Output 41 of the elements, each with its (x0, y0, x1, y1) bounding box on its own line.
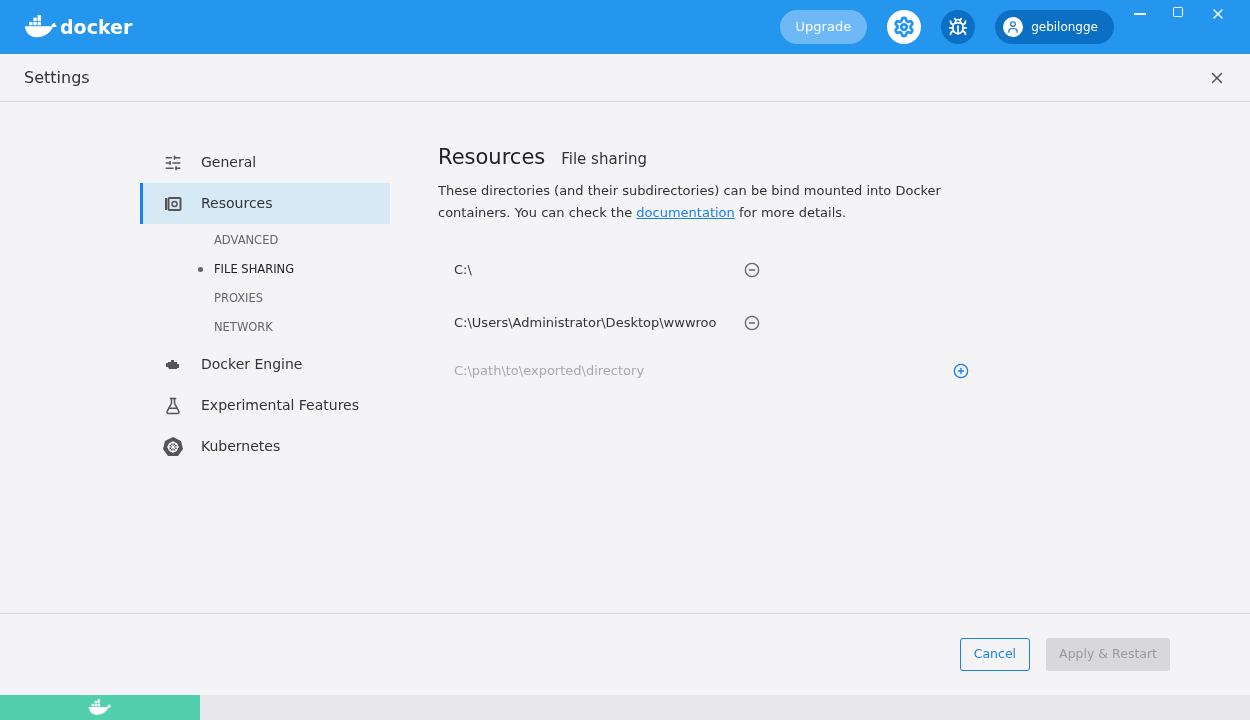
logo-text: docker (60, 14, 133, 40)
remove-button[interactable] (744, 315, 760, 331)
sidebar-subitem[interactable]: PROXIES (214, 289, 264, 308)
user-button[interactable]: gebilongge (995, 10, 1114, 44)
sliders-icon (164, 153, 182, 172)
bug-button[interactable] (941, 10, 976, 44)
remove-button[interactable] (744, 262, 760, 278)
sidebar-item[interactable]: General (140, 142, 390, 183)
user-icon (1006, 20, 1021, 34)
directory-input[interactable]: C:\path\to\exported\directory (454, 360, 944, 381)
sidebar-item[interactable]: Resources (140, 183, 390, 224)
whale-logo-icon (24, 15, 58, 39)
plus-circle-icon (953, 362, 969, 379)
maximize-icon (1172, 6, 1184, 18)
directory-path: C:\ (454, 261, 473, 280)
directory-path: C:\Users\Administrator\Desktop\wwwroo (454, 314, 718, 333)
cancel-button[interactable]: Cancel (959, 638, 1031, 671)
bug-icon (948, 17, 969, 37)
add-button[interactable] (953, 362, 969, 379)
description-text: These directories (and their subdirectories) can be bind mounted into Docker containers. You can check the documentation for more details. (438, 181, 942, 222)
page-subtitle: File sharing (561, 149, 647, 170)
page-title: Resources (438, 144, 546, 171)
settings-button[interactable] (887, 10, 922, 44)
sidebar-subitem[interactable]: ADVANCED (214, 231, 279, 250)
maximize-button[interactable] (1172, 6, 1184, 18)
sidebar-item[interactable]: Kubernetes (140, 426, 390, 467)
minus-circle-icon (744, 315, 760, 331)
sidebar-item[interactable]: Docker Engine (140, 344, 390, 385)
sidebar-subitem[interactable]: FILE SHARING (214, 260, 295, 279)
settings-title: Settings (24, 66, 90, 89)
helm-icon (163, 436, 183, 457)
resources-icon (164, 194, 182, 213)
documentation-link[interactable]: documentation (636, 204, 735, 220)
whale-status-icon (88, 699, 112, 716)
settings-icon (893, 16, 916, 38)
status-indicator[interactable] (0, 695, 200, 720)
sidebar-item[interactable]: Experimental Features (140, 385, 390, 426)
sidebar-subitem[interactable]: NETWORK (214, 318, 273, 337)
minus-circle-icon (744, 262, 760, 278)
flask-icon (164, 396, 182, 415)
minimize-icon (1134, 13, 1146, 15)
